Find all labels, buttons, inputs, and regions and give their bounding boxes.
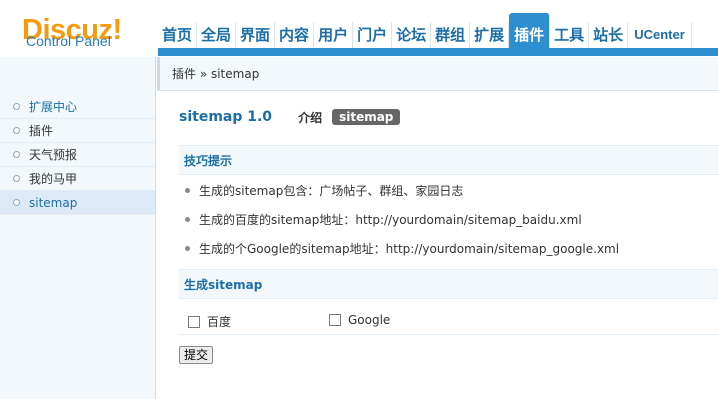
- nav-underline-bar: [158, 48, 718, 56]
- list-item: 生成的sitemap包含：广场帖子、群组、家园日志: [179, 181, 718, 210]
- tip-text: 生成的sitemap包含：广场帖子、群组、家园日志: [199, 184, 464, 198]
- sidebar-item-label: 天气预报: [29, 148, 78, 162]
- baidu-option[interactable]: 百度: [188, 313, 231, 330]
- tab-intro[interactable]: 介绍: [298, 109, 322, 126]
- plugin-title-row: sitemap 1.0 介绍 sitemap: [179, 106, 401, 128]
- bullet-dot-icon: [185, 188, 190, 193]
- sidebar-item-extension-center[interactable]: 扩展中心: [0, 95, 155, 119]
- logo-subtitle: Control Panel: [26, 33, 111, 49]
- circle-bullet-icon: [13, 103, 20, 110]
- tips-list: 生成的sitemap包含：广场帖子、群组、家园日志 生成的百度的sitemap地…: [179, 181, 718, 268]
- baidu-label: 百度: [207, 315, 232, 329]
- nav-content[interactable]: 内容: [275, 22, 315, 48]
- sidebar: 扩展中心 插件 天气预报 我的马甲 sitemap: [0, 57, 156, 399]
- list-item: 生成的个Google的sitemap地址：http://yourdomain/s…: [179, 239, 718, 268]
- sidebar-item-label: 我的马甲: [29, 172, 78, 186]
- circle-bullet-icon: [13, 199, 20, 206]
- nav-global[interactable]: 全局: [197, 22, 237, 48]
- tips-heading: 技巧提示: [179, 145, 718, 175]
- top-nav: 首页 全局 界面 内容 用户 门户 论坛 群组 扩展 插件 工具 站长 UCen…: [158, 13, 692, 48]
- nav-interface[interactable]: 界面: [236, 22, 276, 48]
- submit-button[interactable]: 提交: [179, 346, 214, 364]
- generate-heading: 生成sitemap: [179, 269, 718, 299]
- nav-portal[interactable]: 门户: [353, 22, 393, 48]
- sidebar-item-label: 扩展中心: [29, 100, 78, 114]
- sidebar-item-plugins[interactable]: 插件: [0, 119, 155, 143]
- header: Discuz! Control Panel 首页 全局 界面 内容 用户 门户 …: [0, 0, 718, 57]
- sidebar-item-weather[interactable]: 天气预报: [0, 143, 155, 167]
- circle-bullet-icon: [13, 127, 20, 134]
- nav-tools[interactable]: 工具: [550, 22, 590, 48]
- nav-home[interactable]: 首页: [158, 22, 198, 48]
- google-option[interactable]: Google: [329, 313, 390, 327]
- logo[interactable]: Discuz! Control Panel: [0, 0, 158, 57]
- bullet-dot-icon: [185, 217, 190, 222]
- engine-options: 百度 Google: [179, 307, 718, 335]
- tab-sitemap[interactable]: sitemap: [332, 109, 401, 125]
- nav-users[interactable]: 用户: [314, 22, 354, 48]
- nav-ucenter[interactable]: UCenter: [628, 22, 692, 48]
- tip-text: 生成的百度的sitemap地址：http://yourdomain/sitema…: [199, 213, 582, 227]
- circle-bullet-icon: [13, 151, 20, 158]
- circle-bullet-icon: [13, 175, 20, 182]
- sidebar-item-label: sitemap: [29, 196, 78, 210]
- google-checkbox[interactable]: [329, 314, 341, 326]
- bullet-dot-icon: [185, 246, 190, 251]
- breadcrumb: 插件 » sitemap: [157, 57, 718, 91]
- sidebar-item-my-alias[interactable]: 我的马甲: [0, 167, 155, 191]
- baidu-checkbox[interactable]: [188, 315, 200, 328]
- plugin-title: sitemap 1.0: [179, 109, 273, 125]
- list-item: 生成的百度的sitemap地址：http://yourdomain/sitema…: [179, 210, 718, 239]
- google-label: Google: [348, 313, 391, 327]
- nav-plugins[interactable]: 插件: [509, 13, 551, 48]
- nav-groups[interactable]: 群组: [431, 22, 471, 48]
- nav-forum[interactable]: 论坛: [392, 22, 432, 48]
- nav-admin[interactable]: 站长: [589, 22, 629, 48]
- nav-extensions[interactable]: 扩展: [470, 22, 510, 48]
- main-content: 插件 » sitemap sitemap 1.0 介绍 sitemap 技巧提示…: [157, 57, 718, 399]
- sidebar-item-sitemap[interactable]: sitemap: [0, 191, 155, 215]
- tip-text: 生成的个Google的sitemap地址：http://yourdomain/s…: [199, 242, 620, 256]
- sidebar-item-label: 插件: [29, 124, 54, 138]
